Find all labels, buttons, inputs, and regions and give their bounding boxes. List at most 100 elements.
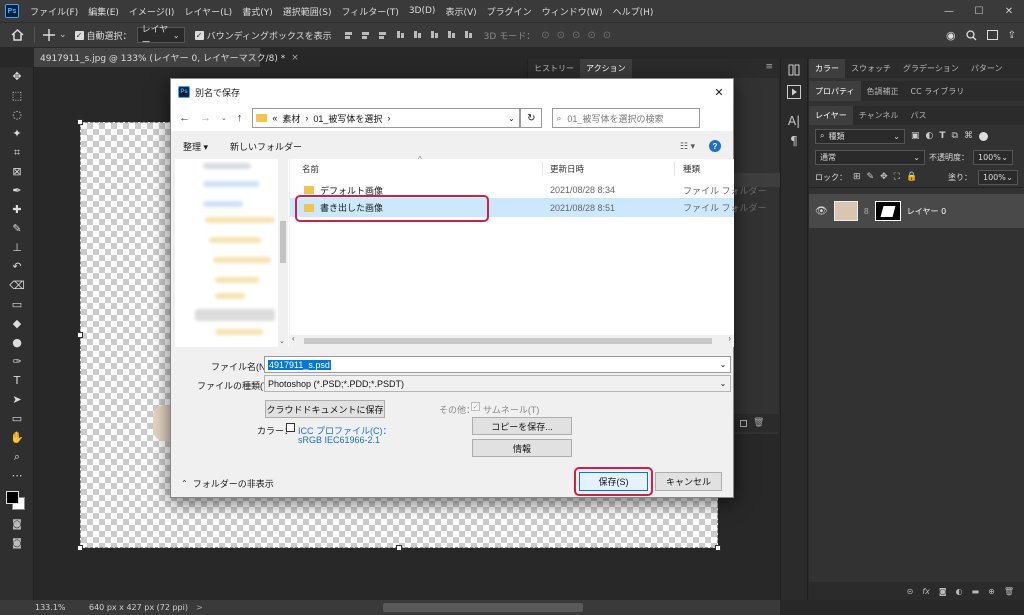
dialog-close-button[interactable]: ✕ xyxy=(705,86,733,99)
address-bar[interactable]: « 素材 › 01_被写体を選択 › ⌄ xyxy=(252,108,521,128)
filter-smart-icon[interactable]: ⌘ xyxy=(964,131,973,141)
workspace-icon[interactable] xyxy=(986,30,998,40)
filename-input[interactable]: 4917911_s.psd ⌄ xyxy=(264,356,731,373)
panel-tab[interactable]: パス xyxy=(905,106,933,125)
more-icon[interactable] xyxy=(463,30,474,41)
panel-tab[interactable]: レイヤー xyxy=(809,106,853,125)
pen-tool-icon[interactable]: ✑ xyxy=(0,352,34,371)
lock-all-icon[interactable]: 🔒 xyxy=(906,172,917,182)
color-swatches[interactable] xyxy=(0,485,33,515)
marquee-tool-icon[interactable]: ⬚ xyxy=(0,86,34,105)
distribute-icon[interactable] xyxy=(446,30,457,41)
account-icon[interactable]: ◉ xyxy=(946,29,956,42)
horizontal-scrollbar[interactable] xyxy=(382,603,583,612)
panel-tab[interactable]: 色調補正 xyxy=(861,81,905,101)
paragraph-panel-icon[interactable]: ¶ xyxy=(781,131,807,151)
type-tool-icon[interactable]: T xyxy=(0,371,34,390)
menu-item[interactable]: レイヤー(L) xyxy=(179,5,237,18)
align-left-icon[interactable] xyxy=(344,30,355,41)
minimize-button[interactable]: — xyxy=(934,0,964,22)
more-tools-icon[interactable]: ⋯ xyxy=(0,466,34,485)
panel-tab[interactable]: CC ライブラリ xyxy=(905,81,971,101)
history-panel-icon[interactable] xyxy=(781,59,807,81)
screen-mode-icon[interactable]: ◙ xyxy=(0,534,34,553)
quick-mask-icon[interactable]: ◙ xyxy=(0,515,34,534)
trash-icon[interactable]: 🗑 xyxy=(1004,587,1014,596)
fx-icon[interactable]: fx xyxy=(922,587,930,596)
visibility-eye-icon[interactable]: 👁 xyxy=(815,206,828,217)
maximize-button[interactable]: ☐ xyxy=(964,0,994,22)
healing-tool-icon[interactable]: ✚ xyxy=(0,200,34,219)
quick-select-tool-icon[interactable]: ✦ xyxy=(0,124,34,143)
info-button[interactable]: 情報 xyxy=(472,439,572,457)
layer-kind-filter[interactable]: ⌕ 種類 ⌄ xyxy=(815,128,905,144)
align-right-icon[interactable] xyxy=(378,30,389,41)
gradient-tool-icon[interactable]: ▭ xyxy=(0,295,34,314)
actions-panel-icon[interactable] xyxy=(781,81,807,103)
brush-tool-icon[interactable]: ✎ xyxy=(0,219,34,238)
opacity-input[interactable]: 100% ⌄ xyxy=(973,149,1013,165)
filter-toggle-icon[interactable] xyxy=(978,131,988,141)
column-modified-header[interactable]: 更新日時 xyxy=(550,163,584,175)
scroll-down-icon[interactable]: ⌄ xyxy=(279,337,285,345)
filter-shape-icon[interactable]: ⧉ xyxy=(952,131,958,141)
menu-item[interactable]: ファイル(F) xyxy=(25,5,83,18)
menu-item[interactable]: 表示(V) xyxy=(440,5,481,18)
breadcrumb-part[interactable]: 素材 xyxy=(282,112,300,125)
auto-select-checkbox[interactable]: ✓ xyxy=(74,30,84,40)
orbit-3d-icon[interactable]: ⊙ xyxy=(541,30,549,41)
filetype-select[interactable]: Photoshop (*.PSD;*.PDD;*.PSDT) ⌄ xyxy=(264,375,731,392)
transform-handle[interactable] xyxy=(77,332,83,338)
link-icon[interactable]: ⊝ xyxy=(907,587,914,596)
breadcrumb-part[interactable]: « xyxy=(272,113,277,123)
menu-item[interactable]: プラグイン xyxy=(482,5,537,18)
drag-3d-icon[interactable]: ⊙ xyxy=(572,30,580,41)
cloud-save-button[interactable]: クラウドドキュメントに保存 xyxy=(265,400,385,418)
transform-handle[interactable] xyxy=(77,119,83,125)
foreground-color[interactable] xyxy=(6,491,19,504)
menu-item[interactable]: 書式(Y) xyxy=(237,5,278,18)
layer-name[interactable]: レイヤー 0 xyxy=(907,206,946,217)
chevron-down-icon[interactable]: ⌄ xyxy=(59,30,67,40)
scale-3d-icon[interactable]: ⊙ xyxy=(603,30,611,41)
new-layer-icon[interactable]: ⊕ xyxy=(988,587,995,596)
back-arrow-icon[interactable]: ← xyxy=(179,112,190,124)
align-bottom-icon[interactable] xyxy=(429,30,440,41)
menu-item[interactable]: フィルター(T) xyxy=(336,5,403,18)
align-hcenter-icon[interactable] xyxy=(361,30,372,41)
nav-scrollbar[interactable]: ⌄ xyxy=(278,159,288,347)
transform-handle[interactable] xyxy=(396,545,402,551)
close-window-button[interactable]: ✕ xyxy=(994,0,1024,22)
hide-folders-toggle[interactable]: ⌃ フォルダーの非表示 xyxy=(181,477,274,490)
forward-arrow-icon[interactable]: → xyxy=(200,112,211,124)
panel-tab[interactable]: スウォッチ xyxy=(845,59,897,78)
icc-checkbox[interactable] xyxy=(286,423,295,432)
thumbnail-checkbox[interactable]: ✓ xyxy=(471,402,480,411)
menu-item[interactable]: 編集(E) xyxy=(83,5,124,18)
lock-artboard-icon[interactable]: ⛶ xyxy=(894,172,900,182)
path-select-tool-icon[interactable]: ➤ xyxy=(0,390,34,409)
zoom-tool-icon[interactable]: ⌕ xyxy=(0,447,34,466)
bbox-checkbox[interactable]: ✓ xyxy=(194,30,204,40)
cancel-button[interactable]: キャンセル xyxy=(655,472,722,491)
adjustment-icon[interactable]: ◐ xyxy=(956,587,963,596)
filter-pixel-icon[interactable]: ▣ xyxy=(911,131,920,141)
align-top-icon[interactable] xyxy=(395,30,406,41)
eyedropper-tool-icon[interactable]: ✒ xyxy=(0,181,34,200)
document-tab[interactable]: 4917911_s.jpg @ 133% (レイヤー 0, レイヤーマスク/8)… xyxy=(34,48,299,67)
panel-tab[interactable]: グラデーション xyxy=(897,59,965,78)
panel-tab[interactable]: プロパティ xyxy=(809,81,861,101)
mask-icon[interactable]: ◙ xyxy=(939,587,947,596)
group-icon[interactable]: ▬ xyxy=(972,587,980,596)
blend-mode-select[interactable]: 通常 ⌄ xyxy=(815,149,925,165)
lock-position-icon[interactable]: ✥ xyxy=(880,172,888,182)
menu-item[interactable]: 3D(D) xyxy=(404,6,441,16)
lock-pixels-icon[interactable]: ✎ xyxy=(867,172,875,182)
align-vcenter-icon[interactable] xyxy=(412,30,423,41)
chain-icon[interactable]: 8 xyxy=(864,207,869,216)
help-button[interactable]: ? xyxy=(709,140,721,152)
recent-dropdown-icon[interactable]: ⌄ xyxy=(221,114,227,122)
roll-3d-icon[interactable]: ⊙ xyxy=(557,30,565,41)
address-dropdown-icon[interactable]: ⌄ xyxy=(503,114,519,123)
frame-tool-icon[interactable]: ⊠ xyxy=(0,162,34,181)
